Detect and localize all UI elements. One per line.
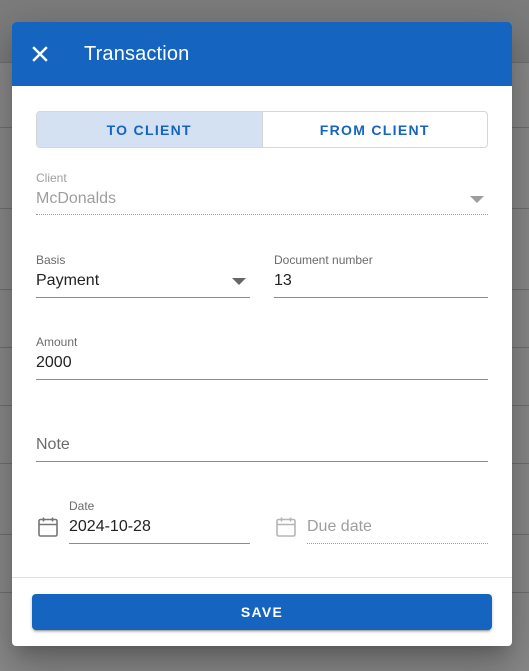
- date-field[interactable]: Date 2024-10-28: [69, 499, 250, 545]
- document-number-value: 13: [274, 272, 292, 289]
- direction-toggle: TO CLIENT FROM CLIENT: [36, 111, 488, 148]
- client-select[interactable]: Client McDonalds: [36, 171, 488, 217]
- note-field[interactable]: Note: [36, 417, 488, 463]
- client-value: McDonalds: [36, 190, 117, 207]
- amount-field[interactable]: Amount 2000: [36, 335, 488, 381]
- transaction-dialog: Transaction TO CLIENT FROM CLIENT Client…: [12, 22, 512, 646]
- due-date-underline: [307, 543, 488, 544]
- dialog-header: Transaction: [12, 22, 512, 86]
- document-number-underline: [274, 297, 488, 298]
- amount-label: Amount: [36, 335, 78, 349]
- note-label: Note: [36, 436, 70, 453]
- close-icon: [32, 46, 48, 62]
- amount-value: 2000: [36, 354, 72, 371]
- note-underline: [36, 461, 488, 462]
- due-date-field: Due date: [307, 499, 488, 545]
- date-label: Date: [69, 499, 95, 513]
- chevron-down-icon: [232, 278, 246, 285]
- date-underline: [69, 543, 250, 544]
- document-number-field[interactable]: Document number 13: [274, 253, 488, 299]
- date-value: 2024-10-28: [69, 518, 151, 535]
- basis-label: Basis: [36, 253, 66, 267]
- client-underline: [36, 214, 488, 215]
- chevron-down-icon: [470, 196, 484, 203]
- toggle-to-client[interactable]: TO CLIENT: [37, 112, 262, 147]
- due-date-label: Due date: [307, 518, 372, 535]
- toggle-from-client[interactable]: FROM CLIENT: [261, 112, 488, 147]
- close-button[interactable]: [24, 38, 56, 70]
- basis-underline: [36, 297, 250, 298]
- calendar-icon[interactable]: [36, 515, 60, 539]
- client-label: Client: [36, 171, 67, 185]
- calendar-icon: [276, 517, 296, 537]
- document-number-label: Document number: [274, 253, 373, 267]
- amount-underline: [36, 379, 488, 380]
- footer-divider: [12, 577, 512, 578]
- basis-select[interactable]: Basis Payment: [36, 253, 250, 299]
- dialog-title: Transaction: [84, 43, 190, 65]
- save-button[interactable]: SAVE: [32, 594, 492, 630]
- basis-value: Payment: [36, 272, 100, 289]
